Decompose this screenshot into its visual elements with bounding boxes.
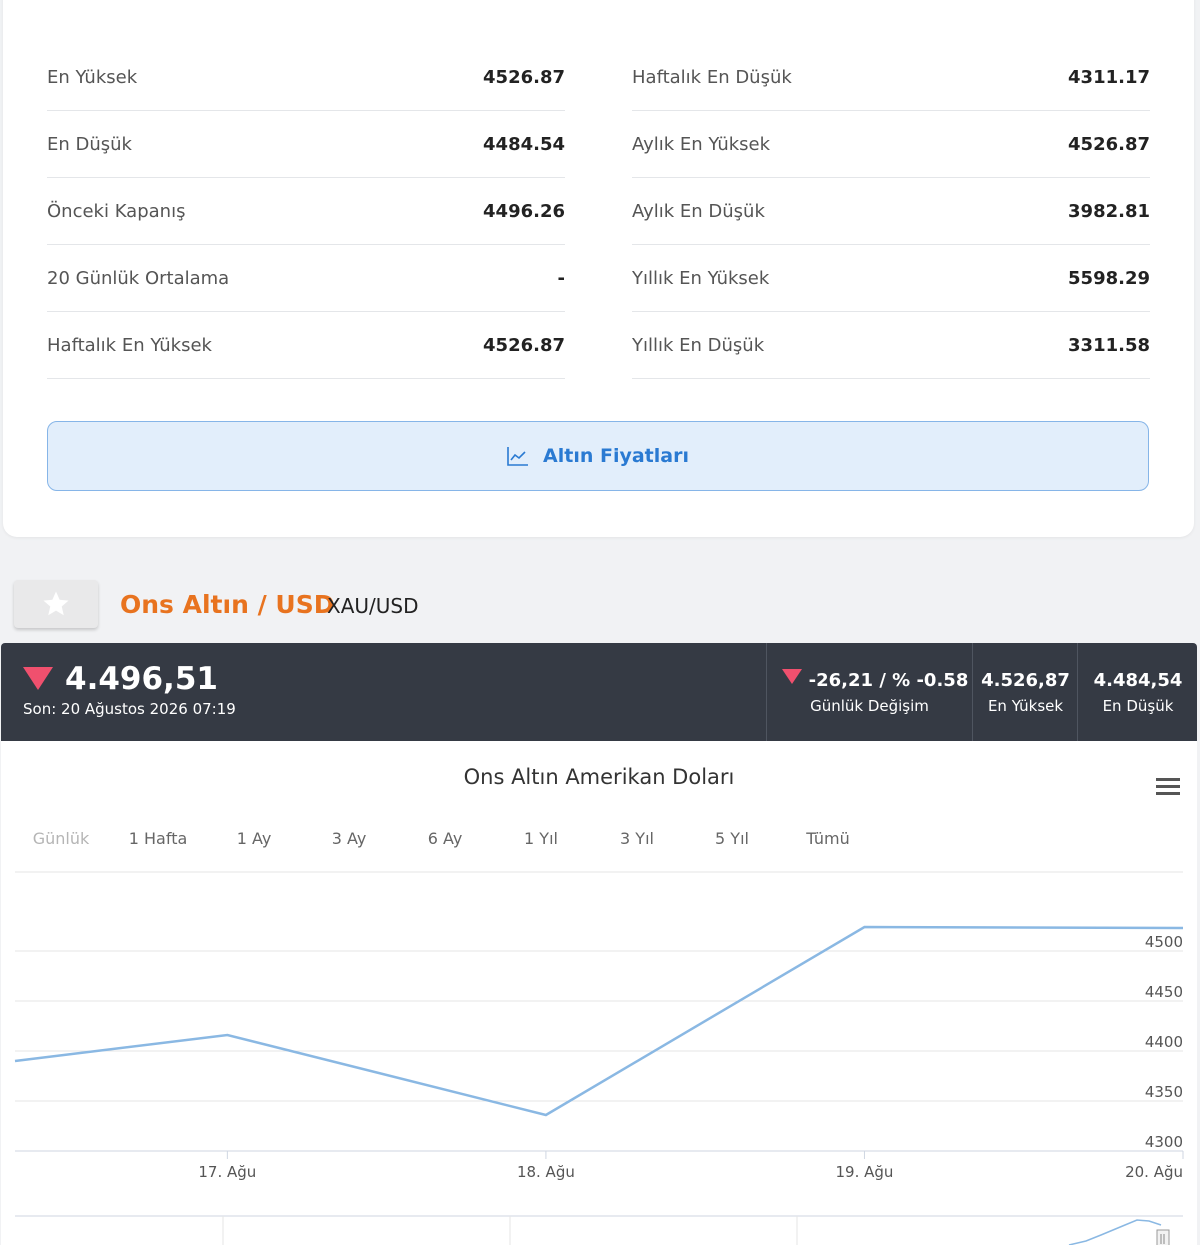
daily-change-value: -26,21 / % -0.58 (808, 669, 969, 691)
stat-row: Aylık En Düşük 3982.81 (632, 178, 1150, 245)
y-tick-label: 4350 (1145, 1083, 1183, 1101)
instrument-symbol: XAU/USD (327, 594, 419, 618)
navigator-handle[interactable] (1156, 1229, 1170, 1245)
gold-prices-button-label: Altın Fiyatları (543, 445, 689, 467)
stat-label: En Düşük (47, 133, 132, 155)
high-value: 4.526,87 (981, 669, 1070, 691)
x-tick-label: 18. Ağu (517, 1163, 575, 1181)
stat-label: Aylık En Yüksek (632, 133, 771, 155)
stat-value: 5598.29 (1068, 267, 1150, 289)
low-cell: 4.484,54 En Düşük (1077, 643, 1198, 741)
stat-row: 20 Günlük Ortalama - (47, 245, 565, 312)
navigator-series (1068, 1219, 1162, 1245)
stat-label: 20 Günlük Ortalama (47, 267, 230, 289)
price-line-chart: 4300 4350 4400 4450 4500 17. Ağu 18. Ağu 19. A… (12, 871, 1186, 1245)
favorite-button[interactable] (14, 580, 98, 628)
price-point[interactable] (224, 1032, 230, 1038)
high-cell: 4.526,87 En Yüksek (972, 643, 1078, 741)
star-icon (43, 591, 69, 616)
daily-change-label: Günlük Değişim (810, 696, 929, 715)
stat-label: Aylık En Düşük (632, 200, 765, 222)
stat-label: Haftalık En Yüksek (47, 334, 212, 356)
current-price: 4.496,51 (65, 661, 218, 697)
low-value: 4.484,54 (1093, 669, 1183, 691)
price-point[interactable] (1180, 925, 1186, 931)
x-tick-label: 19. Ağu (835, 1163, 893, 1181)
x-tick-label: 17. Ağu (198, 1163, 256, 1181)
stat-row: Haftalık En Yüksek 4526.87 (47, 312, 565, 379)
stat-row: En Yüksek 4526.87 (47, 44, 565, 111)
stat-value: 4484.54 (483, 133, 565, 155)
stat-label: En Yüksek (47, 66, 138, 88)
stat-row: Yıllık En Düşük 3311.58 (632, 312, 1150, 379)
stat-value: - (557, 267, 565, 289)
stat-row: Aylık En Yüksek 4526.87 (632, 111, 1150, 178)
stat-row: Haftalık En Düşük 4311.17 (632, 44, 1150, 111)
price-series-line[interactable] (14, 925, 1184, 1117)
gold-prices-button[interactable]: Altın Fiyatları (47, 421, 1149, 491)
stat-value: 3982.81 (1068, 200, 1150, 222)
stat-value: 4526.87 (1068, 133, 1150, 155)
stat-value: 3311.58 (1068, 334, 1150, 356)
stat-label: Yıllık En Yüksek (632, 267, 770, 289)
low-label: En Düşük (1102, 696, 1174, 715)
y-tick-label: 4400 (1145, 1033, 1183, 1051)
stat-row: Yıllık En Yüksek 5598.29 (632, 245, 1150, 312)
y-tick-label: 4500 (1145, 933, 1183, 951)
chart-panel: Ons Altın Amerikan Doları Günlük 1 Hafta 1… (1, 741, 1197, 1245)
line-chart-icon (507, 447, 529, 466)
stats-right-column: Haftalık En Düşük 4311.17 Aylık En Yüksek 4… (632, 44, 1150, 379)
last-update-time: Son: 20 Ağustos 2026 07:19 (23, 700, 236, 718)
instrument-header: Ons Altın / USD XAU/USD (14, 580, 1184, 630)
page-title: Ons Altın / USD (120, 590, 335, 619)
daily-change-cell: -26,21 / % -0.58 Günlük Değişim (766, 643, 972, 741)
stat-label: Yıllık En Düşük (632, 334, 765, 356)
stats-left-column: En Yüksek 4526.87 En Düşük 4484.54 Önceki Ka… (47, 44, 565, 379)
stat-row: Önceki Kapanış 4496.26 (47, 178, 565, 245)
stat-label: Haftalık En Düşük (632, 66, 792, 88)
price-point[interactable] (861, 924, 867, 930)
down-arrow-icon (23, 667, 53, 690)
stat-value: 4526.87 (483, 334, 565, 356)
stat-value: 4311.17 (1068, 66, 1150, 88)
y-tick-label: 4300 (1145, 1133, 1183, 1151)
stat-value: 4496.26 (483, 200, 565, 222)
change-down-icon (782, 669, 802, 684)
high-label: En Yüksek (987, 696, 1064, 715)
stat-value: 4526.87 (483, 66, 565, 88)
stat-row: En Düşük 4484.54 (47, 111, 565, 178)
price-point[interactable] (543, 1112, 549, 1118)
stat-label: Önceki Kapanış (47, 200, 186, 222)
quote-bar: 4.496,51 Son: 20 Ağustos 2026 07:19 -26,… (1, 643, 1197, 741)
price-point[interactable] (12, 1058, 18, 1064)
y-tick-label: 4450 (1145, 983, 1183, 1001)
x-tick-label: 20. Ağu (1125, 1163, 1183, 1181)
